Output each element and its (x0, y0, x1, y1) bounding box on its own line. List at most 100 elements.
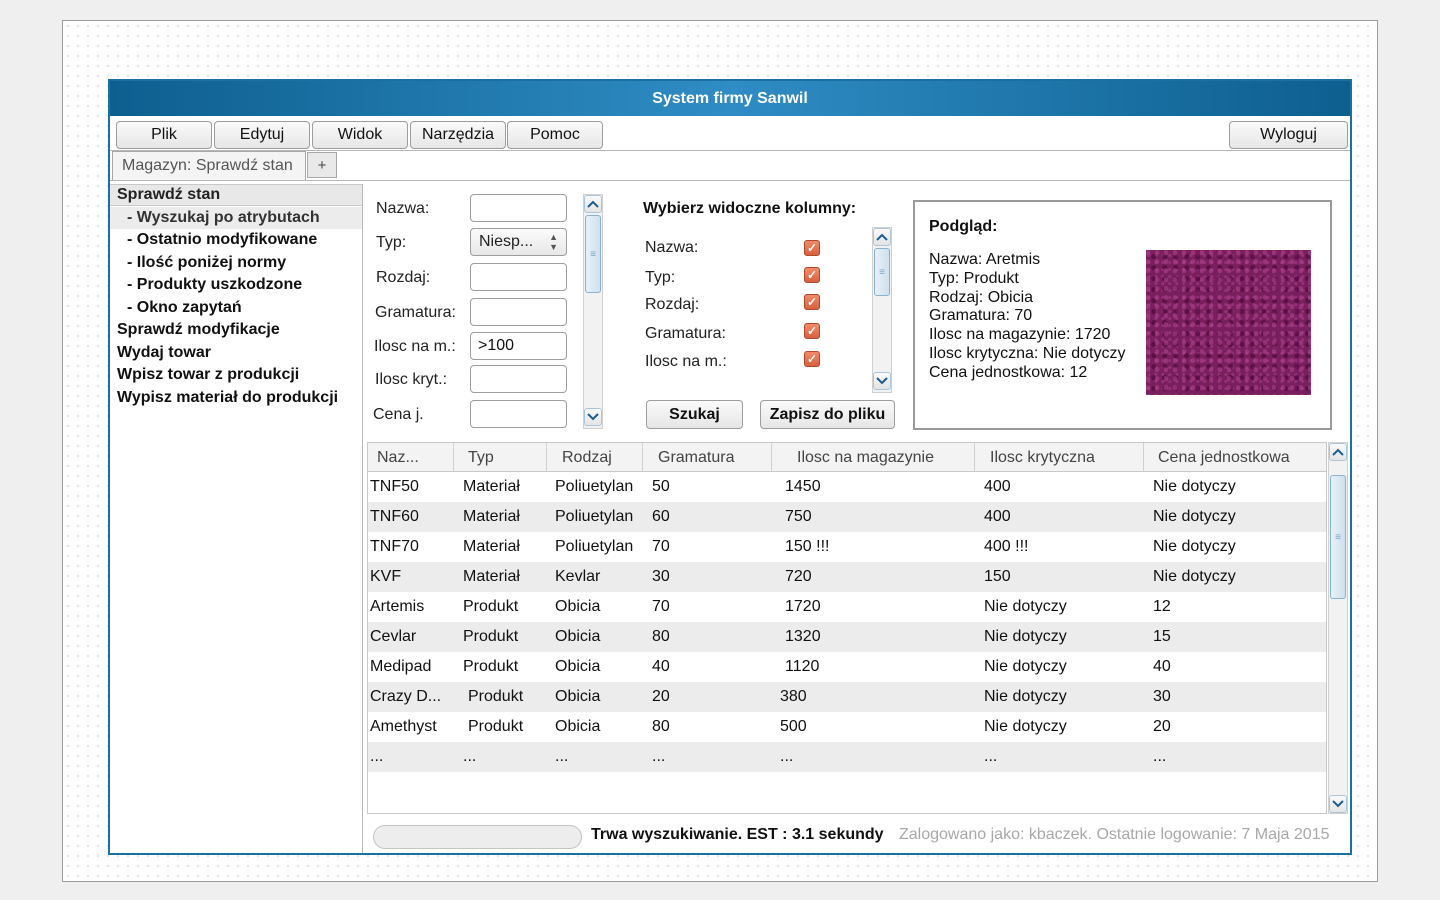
cell-cena-jednostkowa: Nie dotyczy (1153, 568, 1236, 585)
cell-ilosc-na-magazynie: 1120 (785, 658, 820, 675)
cell-typ: Produkt (463, 628, 519, 645)
scroll-down-icon[interactable] (873, 372, 891, 390)
menu-bar: Plik Edytuj Widok Narzędzia Pomoc Wylogu… (110, 116, 1350, 151)
scroll-thumb[interactable]: ≡ (874, 248, 890, 296)
sidebar-item-wydaj-towar[interactable]: Wydaj towar (110, 342, 362, 364)
column-rozdaj-checkbox[interactable]: ✓ (804, 294, 820, 310)
menu-narzedzia-button[interactable]: Narzędzia (410, 121, 506, 149)
table-row[interactable]: Crazy D... Produkt Obicia 20 380 Nie dot… (368, 682, 1326, 712)
column-header-ilosc-krytyczna[interactable]: Ilosc krytyczna (975, 443, 1144, 472)
scroll-down-icon[interactable] (1329, 795, 1347, 813)
fabric-texture-image (1146, 250, 1311, 395)
filter-label-ilosc-na-m: Ilosc na m.: (374, 338, 456, 355)
add-tab-button[interactable]: + (307, 152, 337, 178)
cell-ilosc-na-magazynie: 500 (780, 718, 807, 735)
sidebar-item-ilosc-ponizej-normy[interactable]: - Ilość poniżej normy (110, 252, 362, 274)
sidebar-item-wyszukaj-po-atrybutach[interactable]: - Wyszukaj po atrybutach (110, 207, 362, 229)
table-row[interactable]: ... ... ... ... ... ... ... (368, 742, 1326, 772)
table-row[interactable]: Cevlar Produkt Obicia 80 1320 Nie dotycz… (368, 622, 1326, 652)
filter-nazwa-input[interactable] (470, 194, 567, 222)
sidebar-item-sprawdz-modyfikacje[interactable]: Sprawdź modyfikacje (110, 319, 362, 341)
cell-typ: Materiał (463, 508, 520, 525)
table-row[interactable]: Amethyst Produkt Obicia 80 500 Nie dotyc… (368, 712, 1326, 742)
filter-scrollbar[interactable]: ≡ (583, 194, 603, 429)
search-button[interactable]: Szukaj (646, 400, 743, 429)
column-ilosc-na-m-checkbox[interactable]: ✓ (804, 351, 820, 367)
cell-nazwa: TNF70 (370, 538, 419, 555)
cell-gramatura: 20 (652, 688, 670, 705)
cell-nazwa: KVF (370, 568, 402, 585)
filter-label-rozdaj: Rozdaj: (376, 269, 431, 286)
sidebar-item-wypisz-material-do-produkcji[interactable]: Wypisz materiał do produkcji (110, 387, 362, 409)
results-table: Naz... Typ Rodzaj Gramatura Ilosc na mag… (367, 442, 1327, 814)
preview-line-typ: Typ: Produkt (929, 270, 1019, 287)
filter-rozdaj-input[interactable] (470, 263, 567, 291)
scroll-up-icon[interactable] (584, 195, 602, 213)
cell-typ: Produkt (463, 658, 519, 675)
preview-panel: Podgląd: Nazwa: Aretmis Typ: Produkt Rod… (913, 200, 1332, 430)
app-window: System firmy Sanwil Plik Edytuj Widok Na… (108, 79, 1352, 855)
preview-line-cena-jednostkowa: Cena jednostkowa: 12 (929, 364, 1088, 381)
cell-cena-jednostkowa: Nie dotyczy (1153, 538, 1236, 555)
cell-ilosc-krytyczna: Nie dotyczy (984, 628, 1067, 645)
table-row[interactable]: Artemis Produkt Obicia 70 1720 Nie dotyc… (368, 592, 1326, 622)
column-label-rozdaj: Rozdaj: (645, 296, 700, 313)
cell-cena-jednostkowa: Nie dotyczy (1153, 478, 1236, 495)
filter-ilosc-na-m-input[interactable]: >100 (470, 332, 567, 360)
menu-plik-button[interactable]: Plik (116, 121, 212, 149)
filter-label-nazwa: Nazwa: (376, 200, 430, 217)
menu-edytuj-button[interactable]: Edytuj (214, 121, 310, 149)
column-header-gramatura[interactable]: Gramatura (643, 443, 772, 472)
select-arrows-icon: ▲ ▼ (549, 232, 558, 252)
column-header-nazwa[interactable]: Naz... (368, 443, 454, 472)
cell-rodzaj: Poliuetylan (555, 508, 634, 525)
column-header-cena-jednostkowa[interactable]: Cena jednostkowa (1144, 443, 1326, 472)
table-row[interactable]: TNF50 Materiał Poliuetylan 50 1450 400 N… (368, 472, 1326, 502)
cell-cena-jednostkowa: ... (1153, 748, 1167, 765)
filter-ilosc-kryt-input[interactable] (470, 365, 567, 393)
scroll-down-icon[interactable] (584, 408, 602, 426)
sidebar-item-produkty-uszkodzone[interactable]: - Produkty uszkodzone (110, 274, 362, 296)
column-gramatura-checkbox[interactable]: ✓ (804, 323, 820, 339)
filter-gramatura-input[interactable] (470, 298, 567, 326)
tab-magazyn-sprawdz-stan[interactable]: Magazyn: Sprawdź stan (112, 151, 306, 180)
column-typ-checkbox[interactable]: ✓ (804, 267, 820, 283)
table-header: Naz... Typ Rodzaj Gramatura Ilosc na mag… (368, 443, 1326, 472)
column-header-rodzaj[interactable]: Rodzaj (547, 443, 643, 472)
menu-pomoc-button[interactable]: Pomoc (507, 121, 603, 149)
sidebar-item-wpisz-towar-z-produkcji[interactable]: Wpisz towar z produkcji (110, 364, 362, 386)
table-row[interactable]: TNF70 Materiał Poliuetylan 70 150 !!! 40… (368, 532, 1326, 562)
column-header-typ[interactable]: Typ (454, 443, 547, 472)
sidebar-item-ostatnio-modyfikowane[interactable]: - Ostatnio modyfikowane (110, 229, 362, 251)
column-label-nazwa: Nazwa: (645, 239, 699, 256)
filter-typ-select[interactable]: Niesp... ▲ ▼ (470, 228, 567, 256)
scroll-thumb[interactable]: ≡ (585, 215, 601, 293)
cell-cena-jednostkowa: 12 (1153, 598, 1171, 615)
search-progress-bar (373, 825, 582, 849)
cell-ilosc-na-magazynie: 720 (785, 568, 812, 585)
filter-typ-value: Niesp... (479, 233, 534, 250)
scroll-up-icon[interactable] (1329, 443, 1347, 461)
table-scrollbar[interactable]: ≡ (1328, 442, 1348, 814)
window-title: System firmy Sanwil (652, 89, 808, 107)
cell-ilosc-krytyczna: Nie dotyczy (984, 718, 1067, 735)
table-row[interactable]: KVF Materiał Kevlar 30 720 150 Nie dotyc… (368, 562, 1326, 592)
filter-cena-j-input[interactable] (470, 400, 567, 428)
logout-button[interactable]: Wyloguj (1229, 121, 1348, 149)
sidebar-item-okno-zapytan[interactable]: - Okno zapytań (110, 297, 362, 319)
table-row[interactable]: Medipad Produkt Obicia 40 1120 Nie dotyc… (368, 652, 1326, 682)
menu-widok-button[interactable]: Widok (312, 121, 408, 149)
cell-typ: Produkt (468, 688, 524, 705)
column-picker-scrollbar[interactable]: ≡ (872, 227, 892, 393)
cell-typ: Produkt (468, 718, 524, 735)
cell-ilosc-na-magazynie: ... (780, 748, 794, 765)
scroll-thumb[interactable]: ≡ (1330, 475, 1346, 599)
column-nazwa-checkbox[interactable]: ✓ (804, 240, 820, 256)
save-to-file-button[interactable]: Zapisz do pliku (760, 400, 895, 429)
sidebar-item-sprawdz-stan[interactable]: Sprawdź stan (110, 184, 362, 206)
cell-typ: Materiał (463, 538, 520, 555)
column-header-ilosc-na-magazynie[interactable]: Ilosc na magazynie (772, 443, 975, 472)
table-row[interactable]: TNF60 Materiał Poliuetylan 60 750 400 Ni… (368, 502, 1326, 532)
scroll-up-icon[interactable] (873, 228, 891, 246)
cell-ilosc-krytyczna: Nie dotyczy (984, 658, 1067, 675)
